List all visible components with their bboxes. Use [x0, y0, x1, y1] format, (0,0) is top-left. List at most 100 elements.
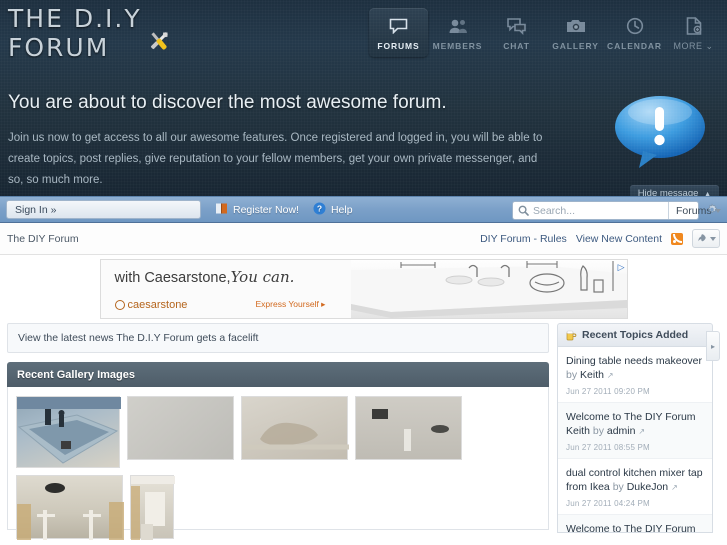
gallery-thumbnails — [7, 387, 549, 540]
page-plus-icon — [666, 15, 721, 37]
hide-message-button[interactable]: Hide message ▲ — [629, 185, 719, 196]
room-framing-thumb[interactable] — [16, 475, 124, 540]
sign-in-button[interactable]: Sign In » — [6, 200, 201, 219]
breadcrumb[interactable]: The DIY Forum — [7, 233, 79, 245]
recent-topics-list: Dining table needs makeover by Keith ↗ J… — [557, 347, 713, 533]
ceiling-fixtures-thumb[interactable] — [355, 396, 462, 460]
topic-author[interactable]: Keith — [580, 369, 604, 381]
rules-link[interactable]: DIY Forum - Rules — [480, 233, 567, 245]
camera-icon — [548, 15, 603, 37]
magnifier-icon — [518, 205, 529, 216]
main-navigation: FORUMS MEMBERS CHAT GALLERY CALENDAR MOR… — [369, 8, 723, 58]
breadcrumb-bar: The DIY Forum DIY Forum - Rules View New… — [0, 223, 727, 255]
chat-bubbles-icon — [489, 15, 544, 37]
topic-date: Jun 27 2011 08:55 PM — [566, 443, 650, 452]
topic-title-line: Welcome to The DIY Forum DukeJon by admi… — [566, 522, 704, 532]
nav-more-text: MORE — [673, 41, 703, 51]
latest-news-banner[interactable]: View the latest news The D.I.Y Forum get… — [7, 323, 549, 353]
topic-author[interactable]: admin — [607, 425, 636, 437]
ad-copy: with Caesarstone,You can. caesarstone Ex… — [101, 260, 351, 318]
topic-date: Jun 27 2011 04:24 PM — [566, 499, 650, 508]
register-now-link[interactable]: Register Now! — [215, 202, 299, 218]
beer-mug-icon — [565, 329, 577, 341]
sidebar-title: Recent Topics Added — [582, 329, 689, 341]
speech-bubble-icon — [371, 15, 426, 37]
nav-label-calendar: CALENDAR — [607, 41, 662, 51]
news-title[interactable]: The D.I.Y Forum gets a facelift — [116, 332, 258, 344]
nav-item-gallery[interactable]: GALLERY — [546, 8, 605, 57]
logo-line-2: FORUM — [8, 33, 110, 62]
nav-item-chat[interactable]: CHAT — [487, 8, 546, 57]
topic-title[interactable]: Welcome to The DIY Forum DukeJon — [566, 523, 696, 532]
ad-headline: with Caesarstone,You can. — [115, 268, 351, 286]
collapse-left-icon[interactable]: ▸ — [706, 331, 720, 361]
topic-author[interactable]: DukeJon — [627, 481, 668, 493]
ad-headline-script: You can. — [230, 268, 295, 286]
nav-label-forums: FORUMS — [377, 41, 420, 51]
ad-brand-name: caesarstone — [127, 299, 188, 311]
ad-cta-label[interactable]: Express Yourself ▸ — [256, 299, 326, 310]
help-label: Help — [330, 203, 353, 216]
site-header: THE D.I.Y FORUM FORUMS MEMBERS CHAT GALL… — [0, 0, 727, 196]
list-item[interactable]: Welcome to The DIY Forum Keith by admin … — [558, 403, 712, 459]
topic-date: Jun 27 2011 09:20 PM — [566, 387, 650, 396]
sidebar-header: Recent Topics Added — [557, 323, 713, 347]
topic-title-line: Dining table needs makeover by Keith ↗ — [566, 354, 704, 383]
nav-item-members[interactable]: MEMBERS — [428, 8, 487, 57]
rss-feed-icon[interactable] — [671, 232, 683, 245]
help-link[interactable]: ? Help — [313, 202, 353, 218]
svg-text:?: ? — [317, 203, 322, 213]
caesarstone-ring-icon — [114, 300, 125, 310]
search-bar: Forums — [512, 201, 721, 220]
site-logo[interactable]: THE D.I.Y FORUM — [8, 4, 174, 62]
adchoices-icon[interactable]: ▷ — [618, 262, 625, 273]
nav-label-more: MORE ⌄ — [666, 41, 721, 52]
nav-item-calendar[interactable]: CALENDAR — [605, 8, 664, 57]
book-icon — [215, 202, 228, 218]
question-circle-icon: ? — [313, 202, 326, 218]
people-icon — [430, 15, 485, 37]
nav-item-forums[interactable]: FORUMS — [369, 8, 428, 57]
caesarstone-ad[interactable]: with Caesarstone,You can. caesarstone Ex… — [99, 259, 628, 319]
ceiling-plaster-thumb[interactable] — [127, 396, 234, 460]
nav-label-members: MEMBERS — [432, 41, 483, 51]
ad-brand-logo: caesarstone — [114, 299, 188, 311]
bathroom-progress-thumb[interactable] — [130, 475, 175, 540]
search-input[interactable] — [529, 204, 668, 217]
wall-damage-thumb[interactable] — [241, 396, 349, 460]
chevron-down-icon: ⌄ — [705, 41, 714, 51]
external-link-icon: ↗ — [606, 371, 614, 380]
list-item[interactable]: Welcome to The DIY Forum DukeJon by admi… — [558, 515, 712, 532]
nav-label-gallery: GALLERY — [552, 41, 599, 51]
topic-by-label: by — [566, 369, 578, 381]
exclamation-speech-balloon-icon — [613, 94, 707, 172]
hero-body-text: Join us now to get access to all our awe… — [8, 132, 543, 186]
topic-by-label: by — [612, 481, 624, 493]
pool-construction-thumb[interactable] — [16, 396, 121, 468]
logo-text: THE D.I.Y FORUM — [8, 4, 142, 62]
user-toolbar: Sign In » Register Now! ? Help Search...… — [0, 196, 727, 223]
wrench-screwdriver-icon — [144, 28, 174, 59]
gallery-section-header: Recent Gallery Images — [7, 362, 549, 387]
hide-message-label: Hide message — [637, 188, 699, 196]
hero-headline: You are about to discover the most aweso… — [8, 92, 447, 113]
list-item[interactable]: dual control kitchen mixer tap from Ikea… — [558, 459, 712, 515]
view-new-content-link[interactable]: View New Content — [576, 233, 662, 245]
topic-title[interactable]: Dining table needs makeover — [566, 355, 702, 367]
register-now-label: Register Now! — [233, 203, 299, 216]
advertisement-zone: with Caesarstone,You can. caesarstone Ex… — [0, 255, 727, 323]
external-link-icon: ↗ — [671, 483, 678, 492]
list-item[interactable]: Dining table needs makeover by Keith ↗ J… — [558, 347, 712, 403]
topic-by-label: by — [592, 425, 604, 437]
topic-title-line: dual control kitchen mixer tap from Ikea… — [566, 466, 704, 495]
topic-title-line: Welcome to The DIY Forum Keith by admin … — [566, 410, 704, 439]
main-column: View the latest news The D.I.Y Forum get… — [7, 323, 549, 540]
nav-item-more[interactable]: MORE ⌄ — [664, 8, 723, 58]
nav-label-chat: CHAT — [503, 41, 530, 51]
ad-headline-plain: with Caesarstone, — [114, 270, 231, 286]
clock-icon — [607, 15, 662, 37]
gear-icon[interactable] — [703, 201, 721, 219]
sign-in-label: Sign In » — [15, 203, 57, 216]
logo-line-1: THE D.I.Y — [8, 4, 142, 33]
share-dropdown-icon[interactable] — [692, 229, 720, 248]
